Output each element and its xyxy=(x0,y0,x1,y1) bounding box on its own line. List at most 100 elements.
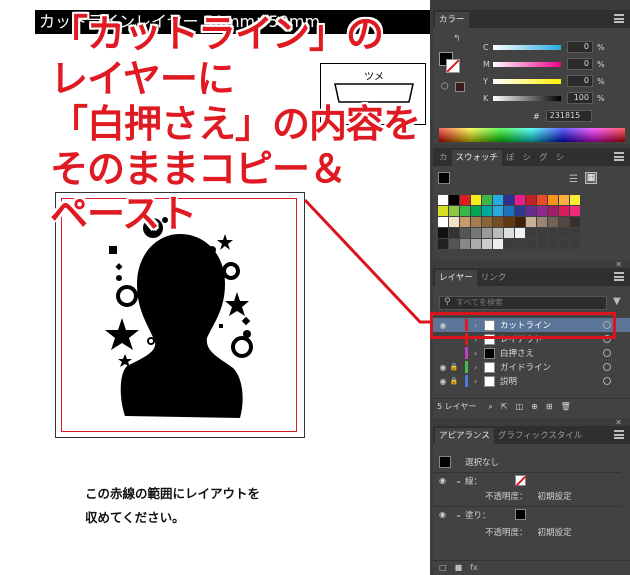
tab-graphic-styles[interactable]: グラフィックスタイル xyxy=(494,428,587,444)
tab-shi-2[interactable]: シ xyxy=(552,150,569,166)
layer-name[interactable]: ガイドライン xyxy=(500,361,603,373)
tab-color[interactable]: カラー xyxy=(435,12,469,28)
appearance-opacity-row[interactable]: 不透明度： 初期設定 xyxy=(433,488,621,504)
lock-icon[interactable]: 🔒 xyxy=(449,377,459,385)
stroke-expand-icon[interactable]: ⌄ xyxy=(455,476,465,486)
tab-links[interactable]: リンク xyxy=(477,270,511,286)
tab-bo[interactable]: ぼ xyxy=(502,150,519,166)
note-line-1: この赤線の範囲にレイアウトを xyxy=(85,486,261,501)
expand-arrow-icon[interactable]: › xyxy=(474,363,484,372)
m-value-field[interactable]: 0 xyxy=(567,58,593,70)
m-slider[interactable] xyxy=(493,61,561,67)
delete-layer-icon[interactable]: 🗑 xyxy=(561,402,571,411)
tab-ka[interactable]: カ xyxy=(435,150,452,166)
dot-top-right xyxy=(208,246,216,254)
fill-eye-icon[interactable]: ◉ xyxy=(439,510,451,519)
layers-panel-close-icon[interactable]: ✕ xyxy=(615,260,622,269)
swatch-fill-icon[interactable] xyxy=(438,172,450,184)
new-sublayer-icon[interactable]: ⊕ xyxy=(531,402,538,411)
layers-panel-menu-icon[interactable] xyxy=(614,272,624,281)
instruction-overlay: 「カットライン」の レイヤーに 「白押さえ」の内容を そのままコピー＆ ペースト xyxy=(50,12,421,237)
opacity-value: 初期設定 xyxy=(537,492,572,502)
square-mid-right xyxy=(219,324,223,328)
layer-name[interactable]: 白押さえ xyxy=(500,347,603,359)
locate-object-icon[interactable]: ⌕ xyxy=(488,402,492,412)
list-view-icon[interactable]: ☰ xyxy=(569,174,578,185)
m-label: M xyxy=(483,59,490,69)
visibility-eye-icon[interactable]: ◉ xyxy=(437,377,449,386)
layers-panel-tabs: レイヤー リンク xyxy=(433,268,630,286)
gamut-swatch[interactable] xyxy=(455,82,465,92)
filter-icon[interactable]: ▼ xyxy=(613,296,621,307)
fill-expand-icon[interactable]: ⌄ xyxy=(455,510,465,520)
c-value-field[interactable]: 0 xyxy=(567,41,593,53)
stroke-none-swatch[interactable] xyxy=(515,475,526,486)
appearance-opacity2-row[interactable]: 不透明度： 初期設定 xyxy=(433,524,621,540)
opacity2-value: 初期設定 xyxy=(537,528,572,538)
layer-row-guideline[interactable]: ◉ 🔒 › ガイドライン xyxy=(433,360,630,374)
export-icon[interactable]: ⇱ xyxy=(501,402,508,411)
target-circle-icon[interactable] xyxy=(603,377,611,385)
overlay-line-2: レイヤーに xyxy=(50,57,235,101)
y-label: Y xyxy=(483,76,488,86)
swatches-panel: カ スウォッチ ぼ シ グ シ ☰ ▦ xyxy=(433,148,630,260)
layer-count: 5 レイヤー xyxy=(437,402,477,411)
layer-name[interactable]: 説明 xyxy=(500,375,603,387)
swap-arrow-icon[interactable]: ↰ xyxy=(453,34,461,44)
new-layer-icon[interactable]: ⊞ xyxy=(546,402,553,411)
color-panel: カラー ↰ ⬡ C 0 % M 0 % Y 0 % K 100 % # 2318… xyxy=(433,10,630,144)
color-spectrum[interactable] xyxy=(439,128,625,142)
appearance-panel-tabs: アピアランス グラフィックスタイル xyxy=(433,426,630,444)
k-value-field[interactable]: 100 xyxy=(567,92,593,104)
tab-appearance[interactable]: アピアランス xyxy=(435,428,494,444)
square-top-left xyxy=(109,246,117,254)
tab-shi[interactable]: シ xyxy=(519,150,536,166)
swatches-panel-menu-icon[interactable] xyxy=(614,152,624,161)
dot-left xyxy=(116,275,122,281)
y-value-field[interactable]: 0 xyxy=(567,75,593,87)
target-circle-icon[interactable] xyxy=(603,363,611,371)
tab-gu[interactable]: グ xyxy=(535,150,552,166)
y-unit: % xyxy=(597,76,605,86)
hex-value-field[interactable]: 231815 xyxy=(545,110,592,122)
ring-right xyxy=(222,262,240,280)
swatches-panel-tabs: カ スウォッチ ぼ シ グ シ xyxy=(433,148,630,166)
expand-arrow-icon[interactable]: › xyxy=(474,349,484,358)
target-circle-icon[interactable] xyxy=(603,349,611,357)
stroke-swatch[interactable] xyxy=(446,59,460,73)
grid-view-icon[interactable]: ▦ xyxy=(585,172,597,184)
add-effect-icon[interactable]: fx xyxy=(470,563,478,572)
layer-color-bar xyxy=(465,361,468,373)
color-panel-menu-icon[interactable] xyxy=(614,14,624,23)
opacity2-label[interactable]: 不透明度： xyxy=(485,526,528,538)
add-fill-icon[interactable]: ■ xyxy=(455,563,463,572)
appearance-panel-close-icon[interactable]: ✕ xyxy=(615,418,622,427)
stroke-eye-icon[interactable]: ◉ xyxy=(439,476,451,485)
warning-icon: ⬡ xyxy=(441,82,449,92)
diamond-left xyxy=(115,263,123,271)
layer-thumbnail xyxy=(484,347,495,359)
selection-swatch xyxy=(439,456,451,468)
add-stroke-icon[interactable]: □ xyxy=(439,563,447,572)
appearance-panel-menu-icon[interactable] xyxy=(614,430,624,439)
overlay-line-3: 「白押さえ」の内容を xyxy=(50,102,421,146)
appearance-fill-row[interactable]: ◉ ⌄ 塗り： xyxy=(433,506,621,522)
fill-black-swatch[interactable] xyxy=(515,509,526,520)
tab-swatches[interactable]: スウォッチ xyxy=(451,150,503,166)
layer-row-shiro[interactable]: › 白押さえ xyxy=(433,346,630,360)
hex-label: # xyxy=(533,111,540,121)
layer-search-input[interactable]: すべてを検索 xyxy=(439,296,607,310)
expand-arrow-icon[interactable]: › xyxy=(474,377,484,386)
layer-row-setsumei[interactable]: ◉ 🔒 › 説明 xyxy=(433,374,630,388)
c-slider[interactable] xyxy=(493,44,561,50)
swatch-grid[interactable] xyxy=(438,195,580,249)
ring-left xyxy=(116,285,138,307)
clip-mask-icon[interactable]: ◫ xyxy=(516,402,524,411)
tab-layers[interactable]: レイヤー xyxy=(435,270,477,286)
appearance-stroke-row[interactable]: ◉ ⌄ 線： xyxy=(433,472,621,488)
k-slider[interactable] xyxy=(493,95,561,101)
lock-icon[interactable]: 🔒 xyxy=(449,363,459,371)
visibility-eye-icon[interactable]: ◉ xyxy=(437,363,449,372)
y-slider[interactable] xyxy=(493,78,561,84)
opacity-label[interactable]: 不透明度： xyxy=(485,490,528,502)
